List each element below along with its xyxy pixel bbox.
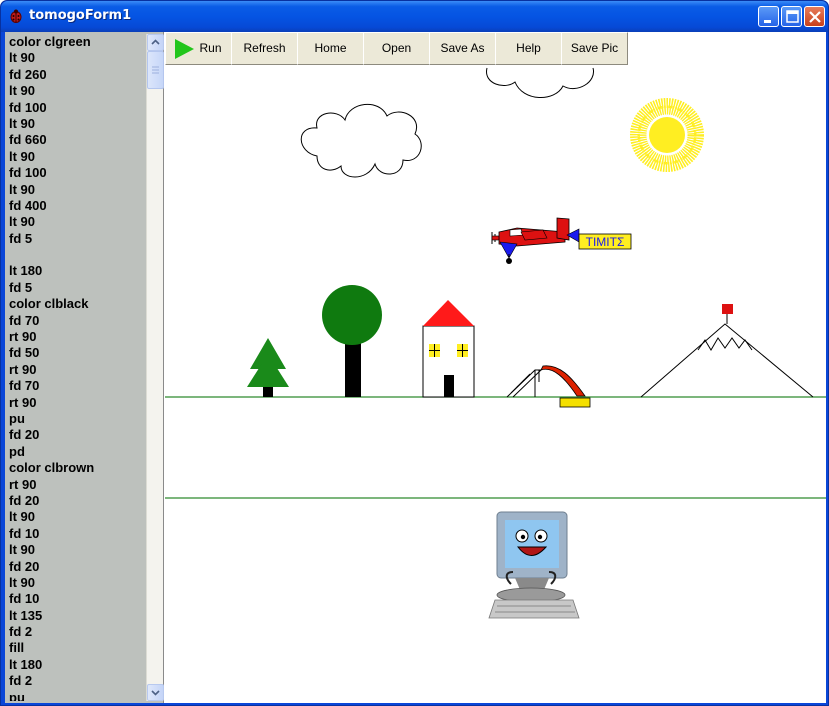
code-line[interactable]: lt 90: [7, 575, 146, 591]
code-line[interactable]: fd 20: [7, 559, 146, 575]
code-line[interactable]: lt 90: [7, 214, 146, 230]
refresh-label: Refresh: [243, 41, 286, 55]
scroll-down-arrow-icon: [151, 690, 160, 696]
code-line[interactable]: color clblack: [7, 296, 146, 312]
code-line[interactable]: fd 50: [7, 345, 146, 361]
code-line[interactable]: fd 400: [7, 198, 146, 214]
window-title: tomogoForm1: [29, 8, 132, 23]
code-line[interactable]: lt 180: [7, 657, 146, 673]
code-line[interactable]: lt 90: [7, 542, 146, 558]
code-line[interactable]: fd 10: [7, 526, 146, 542]
code-line[interactable]: pu: [7, 411, 146, 427]
app-window: tomogoForm1 color clgreen lt 90 fd 260 lt 9…: [0, 0, 829, 706]
save-as-button[interactable]: Save As: [429, 32, 496, 65]
drawing-canvas[interactable]: TIMITΣ: [165, 32, 826, 703]
maximize-button[interactable]: [781, 6, 802, 27]
home-label: Home: [314, 41, 347, 55]
code-line[interactable]: pd: [7, 444, 146, 460]
code-line[interactable]: lt 90: [7, 509, 146, 525]
save-pic-label: Save Pic: [570, 41, 619, 55]
code-line[interactable]: color clgreen: [7, 34, 146, 50]
code-line[interactable]: fd 5: [7, 231, 146, 247]
run-button[interactable]: Run: [165, 32, 232, 65]
code-line[interactable]: lt 90: [7, 149, 146, 165]
code-line[interactable]: fd 20: [7, 427, 146, 443]
maximize-icon: [786, 10, 799, 23]
code-line[interactable]: fd 260: [7, 67, 146, 83]
code-line[interactable]: fd 2: [7, 673, 146, 689]
scroll-thumb[interactable]: [147, 51, 164, 89]
code-scrollbar[interactable]: [146, 34, 164, 701]
close-button[interactable]: [804, 6, 825, 27]
home-button[interactable]: Home: [297, 32, 364, 65]
banner-text: TIMITΣ: [586, 235, 625, 249]
code-line[interactable]: color clbrown: [7, 460, 146, 476]
code-line[interactable]: fd 100: [7, 165, 146, 181]
code-line[interactable]: fd 70: [7, 313, 146, 329]
code-line[interactable]: [7, 247, 146, 263]
minimize-button[interactable]: [758, 6, 779, 27]
code-line[interactable]: fd 660: [7, 132, 146, 148]
code-line[interactable]: lt 90: [7, 83, 146, 99]
play-triangle-icon: [175, 39, 194, 59]
save-as-label: Save As: [440, 41, 485, 55]
code-line[interactable]: fd 100: [7, 100, 146, 116]
code-line[interactable]: pu: [7, 690, 146, 701]
help-button[interactable]: Help: [495, 32, 562, 65]
minimize-icon: [764, 20, 771, 23]
scroll-up-button[interactable]: [147, 34, 164, 51]
code-line[interactable]: lt 90: [7, 50, 146, 66]
scroll-up-arrow-icon: [151, 39, 160, 45]
save-pic-button[interactable]: Save Pic: [561, 32, 628, 65]
open-label: Open: [381, 41, 412, 55]
client-area: color clgreen lt 90 fd 260 lt 90 fd 100 lt 90…: [5, 32, 826, 703]
code-listbox[interactable]: color clgreen lt 90 fd 260 lt 90 fd 100 lt 90…: [7, 34, 146, 701]
open-button[interactable]: Open: [363, 32, 430, 65]
code-line[interactable]: rt 90: [7, 329, 146, 345]
title-bar[interactable]: tomogoForm1: [1, 1, 828, 32]
code-line[interactable]: rt 90: [7, 362, 146, 378]
help-label: Help: [516, 41, 541, 55]
code-line[interactable]: lt 135: [7, 608, 146, 624]
code-line[interactable]: fd 20: [7, 493, 146, 509]
code-line[interactable]: rt 90: [7, 395, 146, 411]
code-line[interactable]: lt 90: [7, 182, 146, 198]
code-line[interactable]: fd 10: [7, 591, 146, 607]
computer-mascot: [488, 511, 580, 619]
ladybug-icon: [10, 9, 22, 23]
code-line[interactable]: lt 90: [7, 116, 146, 132]
code-panel: color clgreen lt 90 fd 260 lt 90 fd 100 lt 90…: [5, 32, 164, 703]
code-line[interactable]: rt 90: [7, 477, 146, 493]
code-line[interactable]: fd 5: [7, 280, 146, 296]
code-line[interactable]: lt 180: [7, 263, 146, 279]
code-line[interactable]: fd 2: [7, 624, 146, 640]
close-icon: [809, 11, 821, 23]
code-line[interactable]: fd 70: [7, 378, 146, 394]
scroll-down-button[interactable]: [147, 684, 164, 701]
code-line[interactable]: fill: [7, 640, 146, 656]
grip-icon: [152, 66, 159, 74]
refresh-button[interactable]: Refresh: [231, 32, 298, 65]
